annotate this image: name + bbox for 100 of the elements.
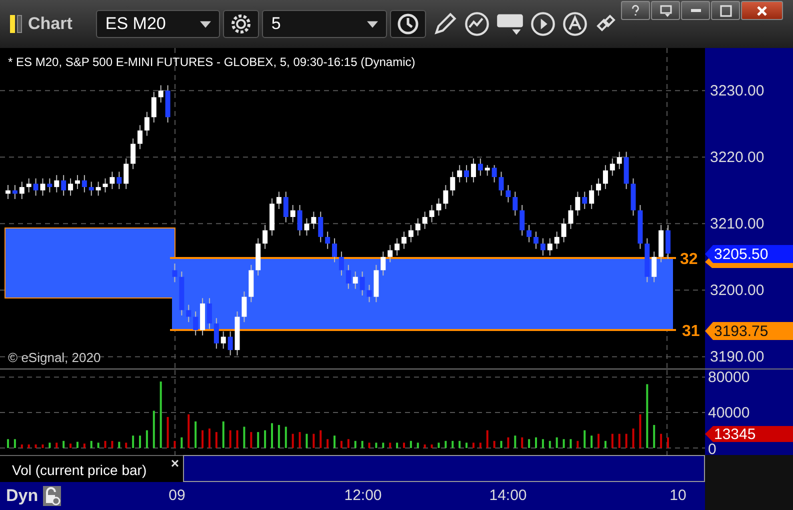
clock-button[interactable] xyxy=(390,10,426,38)
candlestick xyxy=(186,304,192,323)
price-axis-label: 3230.00 xyxy=(710,82,764,100)
candlestick xyxy=(47,178,52,193)
candlestick xyxy=(547,238,552,256)
candlestick xyxy=(443,184,448,210)
volume-bar xyxy=(320,430,322,448)
volume-bar xyxy=(14,439,16,448)
time-axis-label: 14:00 xyxy=(489,487,527,504)
play-icon[interactable] xyxy=(530,11,556,37)
volume-bar xyxy=(28,444,30,448)
copyright-text: © eSignal, 2020 xyxy=(8,350,101,365)
dock-button[interactable] xyxy=(651,1,680,20)
candlestick xyxy=(283,191,288,223)
volume-bar xyxy=(416,442,419,448)
line-chart-circle-icon[interactable] xyxy=(464,11,490,37)
candlestick xyxy=(380,251,386,276)
volume-bar xyxy=(180,437,183,448)
chart-info-text: * ES M20, S&P 500 E-MINI FUTURES - GLOBEX, 5, 09:30-16:15 (Dynamic) xyxy=(8,55,416,69)
symbol-dropdown[interactable]: ES M20 xyxy=(96,10,220,38)
candlestick xyxy=(610,158,615,176)
candlestick xyxy=(394,238,400,256)
volume-bar xyxy=(278,424,280,448)
gear-icon xyxy=(229,12,254,36)
volume-bar xyxy=(396,442,398,448)
tag-icon[interactable] xyxy=(496,12,524,36)
volume-bar xyxy=(292,434,294,448)
candlestick xyxy=(478,158,483,176)
zone-label: 31 xyxy=(682,323,700,340)
volume-bar xyxy=(202,430,204,448)
zone-label: 32 xyxy=(680,251,698,268)
volume-bar xyxy=(326,439,329,448)
candlestick xyxy=(402,231,406,250)
candlestick xyxy=(206,298,212,330)
candlestick xyxy=(512,191,518,216)
close-button[interactable] xyxy=(741,1,783,20)
time-axis-label: 10 xyxy=(670,487,686,504)
volume-bar xyxy=(347,439,350,448)
volume-bar xyxy=(236,430,238,448)
volume-bar xyxy=(354,440,356,448)
volume-bar xyxy=(556,437,558,448)
candlestick xyxy=(526,224,532,243)
candlestick xyxy=(158,84,164,104)
candlestick xyxy=(151,91,156,124)
candlestick xyxy=(346,264,351,290)
volume-bar xyxy=(438,442,440,448)
candlestick xyxy=(415,218,420,236)
minimize-button[interactable] xyxy=(681,1,710,20)
volume-bar xyxy=(361,440,364,448)
volume-bar xyxy=(444,440,447,448)
volume-bar xyxy=(424,444,426,448)
candlestick xyxy=(561,218,566,243)
volume-bar xyxy=(542,439,544,448)
volume-bar xyxy=(548,440,551,448)
volume-bar xyxy=(562,439,565,448)
candlestick xyxy=(130,138,136,170)
close-study-button[interactable]: × xyxy=(166,456,183,470)
letter-circle-icon[interactable] xyxy=(562,11,588,37)
caret-icon xyxy=(367,20,378,28)
dynamic-mode-button[interactable]: Dyn xyxy=(4,486,40,506)
volume-bar xyxy=(507,437,510,448)
volume-bar xyxy=(382,442,384,448)
time-axis-label: 09 xyxy=(168,487,186,504)
window-title: Chart xyxy=(28,14,72,34)
help-button[interactable] xyxy=(621,1,650,20)
volume-bar xyxy=(243,426,246,448)
volume-bar xyxy=(528,439,530,448)
price-level-tag: 3193.75 xyxy=(705,322,793,340)
candlestick xyxy=(214,318,219,350)
maximize-button[interactable] xyxy=(711,1,740,20)
lock-icon[interactable] xyxy=(43,486,62,506)
volume-bar xyxy=(598,434,600,448)
candlestick xyxy=(616,151,622,170)
candlestick xyxy=(242,290,247,323)
volume-axis-label: 0 xyxy=(708,441,716,455)
interval-dropdown[interactable]: 5 xyxy=(262,10,388,38)
volume-bar xyxy=(312,434,315,448)
candlestick xyxy=(540,238,546,256)
candlestick xyxy=(450,171,456,196)
volume-bar xyxy=(229,430,232,448)
volume-bar xyxy=(611,434,614,448)
candlestick xyxy=(12,184,18,200)
candlestick xyxy=(124,158,129,190)
settings-button[interactable] xyxy=(223,10,260,38)
candlestick xyxy=(589,184,594,210)
time-axis-label: 12:00 xyxy=(344,487,382,504)
volume-bar xyxy=(368,442,370,448)
candlestick xyxy=(325,231,330,250)
candlestick xyxy=(276,191,282,210)
maximize-icon xyxy=(720,4,732,16)
panel-icon xyxy=(10,15,22,33)
volume-bar xyxy=(639,414,642,448)
candlestick xyxy=(464,164,470,183)
candlestick xyxy=(388,244,393,263)
pencil-icon[interactable] xyxy=(432,11,458,37)
volume-bar xyxy=(62,440,65,448)
candlestick xyxy=(408,224,414,243)
question-mark-icon xyxy=(631,5,640,16)
volume-bar xyxy=(590,436,593,448)
candlestick xyxy=(19,181,24,200)
